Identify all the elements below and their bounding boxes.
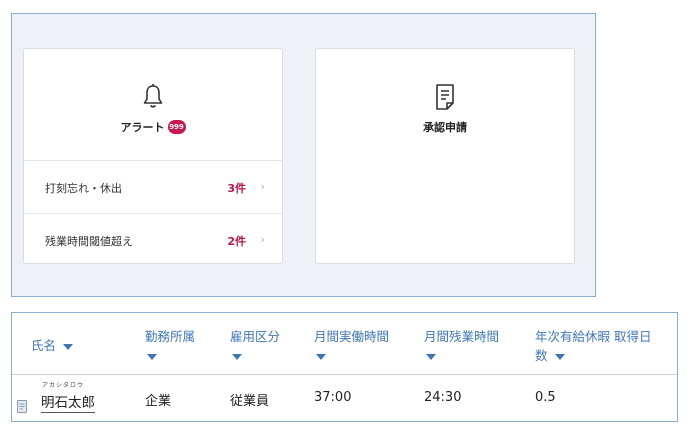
column-header-label: 月間実働時間 (314, 329, 390, 344)
column-header-label-line1: 年次有給休暇 取得日 (535, 329, 652, 344)
caret-down-icon (232, 353, 242, 360)
alert-card: アラート 999 打刻忘れ・休出 3件 › 残業時間閾値超え 2件 › (23, 48, 283, 264)
cell-monthly-overtime-hours: 24:30 (424, 390, 462, 405)
chevron-right-icon: › (260, 233, 265, 246)
caret-down-icon (316, 353, 326, 360)
alert-card-title: アラート 999 (24, 119, 282, 135)
approval-card-header: 承認申請 (316, 49, 574, 160)
alert-item-label: 残業時間閾値超え (45, 235, 133, 248)
column-header-department[interactable]: 勤務所属 (145, 327, 195, 365)
memo-icon[interactable] (17, 400, 27, 413)
approval-card[interactable]: 承認申請 (315, 48, 575, 264)
column-header-name[interactable]: 氏名 (31, 336, 73, 355)
document-icon (436, 84, 454, 110)
bell-icon (143, 84, 163, 108)
alert-card-header[interactable]: アラート 999 (24, 49, 282, 160)
alert-item-missed-punch[interactable]: 打刻忘れ・休出 3件 › (24, 160, 282, 213)
alert-item-count: 3件 (227, 182, 246, 195)
table-row: アカシタロウ 明石太郎 企業 従業員 37:00 24:30 0.5 (12, 375, 677, 421)
cell-department: 企業 (145, 394, 172, 409)
column-header-label: 勤務所属 (145, 329, 196, 344)
cell-monthly-actual-hours: 37:00 (314, 390, 352, 405)
chevron-right-icon: › (260, 180, 265, 193)
column-header-label: 氏名 (31, 338, 57, 353)
alert-item-label: 打刻忘れ・休出 (45, 182, 122, 195)
employee-name-link[interactable]: 明石太郎 (41, 391, 95, 413)
column-header-monthly-overtime-hours[interactable]: 月間残業時間 (424, 327, 499, 365)
alert-count-badge: 999 (167, 120, 186, 134)
alert-item-overtime-threshold[interactable]: 残業時間閾値超え 2件 › (24, 213, 282, 266)
dashboard-panel: アラート 999 打刻忘れ・休出 3件 › 残業時間閾値超え 2件 › 承認申請 (11, 13, 596, 297)
caret-down-icon (63, 343, 73, 350)
column-header-paid-leave-days[interactable]: 年次有給休暇 取得日 数 (535, 327, 675, 365)
cell-employment-type: 従業員 (230, 394, 270, 409)
alert-item-count: 2件 (227, 235, 246, 248)
approval-card-title: 承認申請 (423, 121, 467, 134)
column-header-label: 月間残業時間 (424, 329, 500, 344)
alert-title-text: アラート (120, 121, 165, 134)
table-header-row: 氏名 勤務所属 雇用区分 月間実働時間 月間残業時間 年次有給休暇 取得日 数 (12, 313, 677, 375)
column-header-label-line2: 数 (535, 348, 548, 363)
employee-table: 氏名 勤務所属 雇用区分 月間実働時間 月間残業時間 年次有給休暇 取得日 数 (11, 312, 678, 422)
caret-down-icon (426, 353, 436, 360)
employee-name-reading: アカシタロウ (42, 382, 85, 389)
caret-down-icon (147, 353, 157, 360)
column-header-label: 雇用区分 (230, 329, 281, 344)
column-header-employment-type[interactable]: 雇用区分 (230, 327, 280, 365)
caret-down-icon (554, 353, 565, 360)
cell-paid-leave-days: 0.5 (535, 390, 556, 405)
column-header-monthly-actual-hours[interactable]: 月間実働時間 (314, 327, 389, 365)
